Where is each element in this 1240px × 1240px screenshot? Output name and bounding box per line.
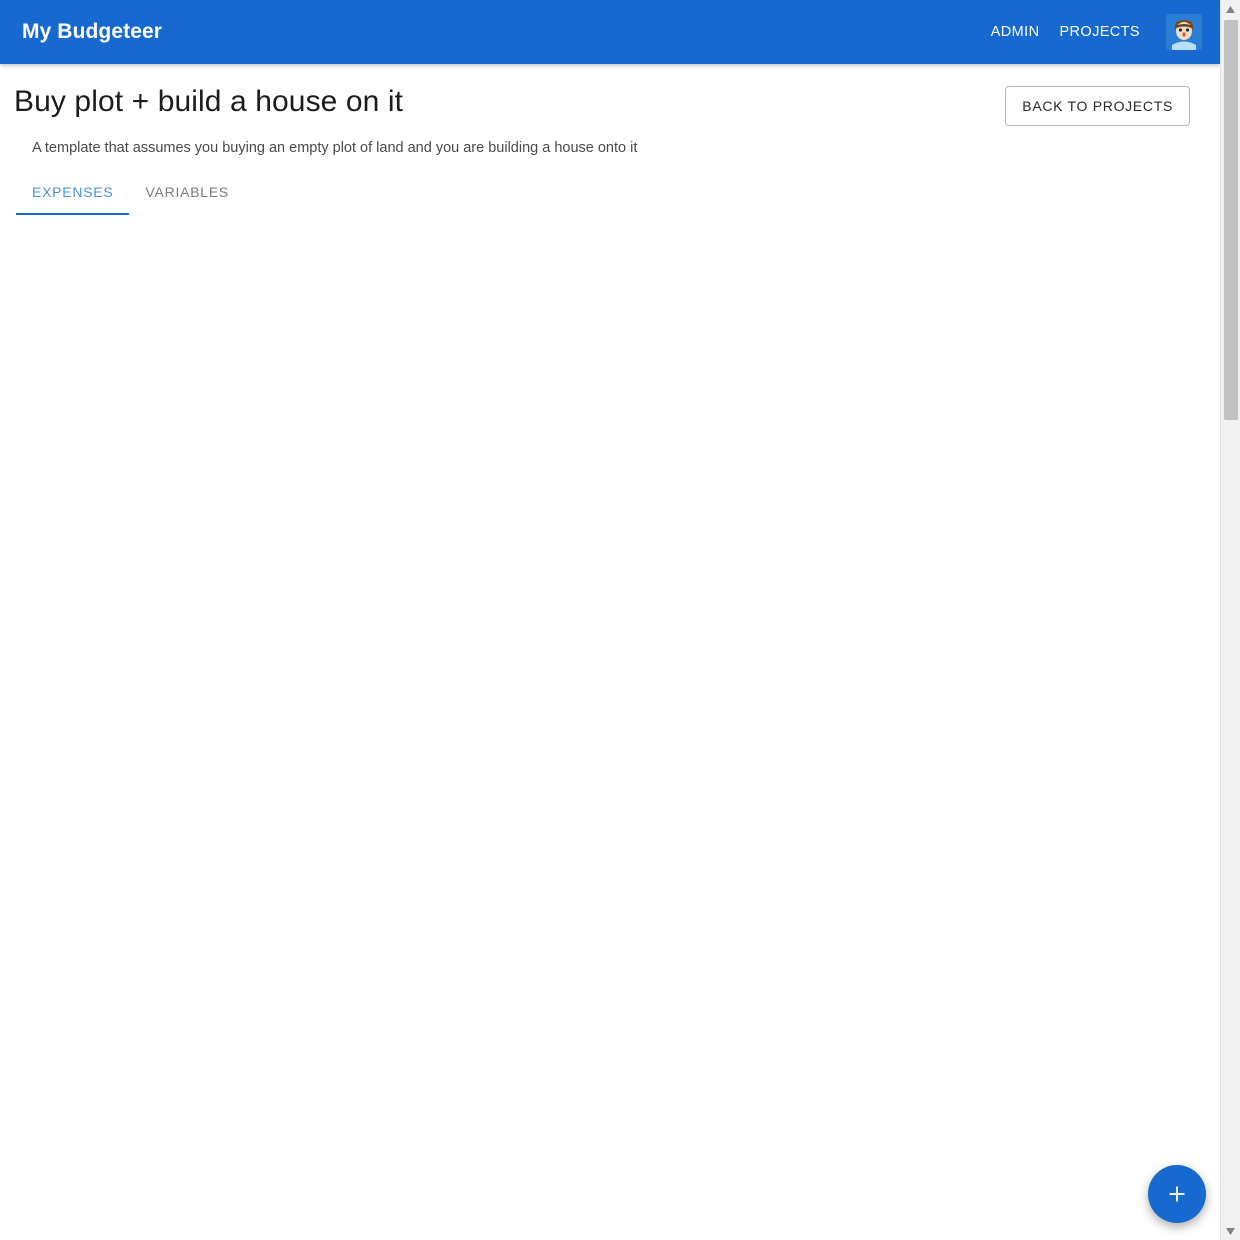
back-to-projects-button[interactable]: BACK TO PROJECTS <box>1005 86 1190 126</box>
page-subtitle: A template that assumes you buying an em… <box>0 126 1220 158</box>
plus-icon <box>1165 1182 1189 1206</box>
scrollbar-up-button[interactable] <box>1221 0 1240 18</box>
vertical-scrollbar[interactable] <box>1220 0 1240 1240</box>
page-content: Buy plot + build a house on it BACK TO P… <box>0 64 1220 229</box>
browser-viewport: My Budgeteer ADMIN PROJECTS B <box>0 0 1240 1240</box>
triangle-up-icon <box>1226 6 1235 13</box>
page-title: Buy plot + build a house on it <box>14 82 403 122</box>
user-avatar-icon <box>1166 14 1202 50</box>
expense-tree <box>0 215 1220 229</box>
nav-admin[interactable]: ADMIN <box>981 18 1050 46</box>
nav-projects[interactable]: PROJECTS <box>1049 18 1150 46</box>
triangle-down-icon <box>1226 1228 1235 1235</box>
scrollbar-thumb[interactable] <box>1224 20 1238 420</box>
avatar[interactable] <box>1164 12 1204 52</box>
tab-variables[interactable]: VARIABLES <box>129 184 245 215</box>
app-header: My Budgeteer ADMIN PROJECTS <box>0 0 1220 64</box>
tab-bar: EXPENSES VARIABLES <box>0 158 1220 215</box>
app-brand-title: My Budgeteer <box>22 20 162 44</box>
page-title-row: Buy plot + build a house on it BACK TO P… <box>0 64 1220 126</box>
scrollbar-down-button[interactable] <box>1221 1222 1240 1240</box>
page-root: My Budgeteer ADMIN PROJECTS B <box>0 0 1220 1240</box>
add-expense-fab[interactable] <box>1148 1165 1206 1223</box>
tab-expenses[interactable]: EXPENSES <box>16 184 129 215</box>
